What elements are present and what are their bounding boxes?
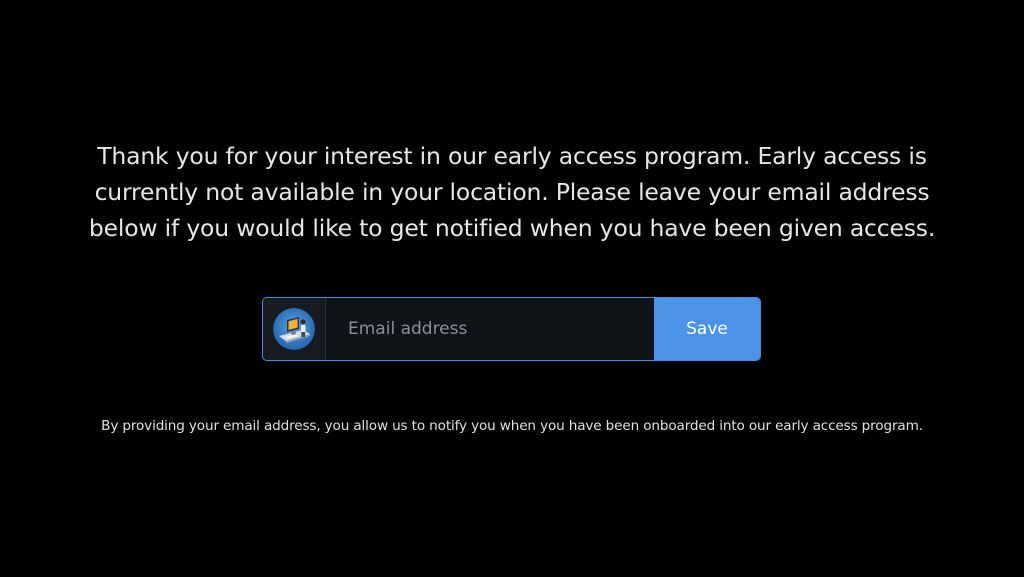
email-signup-form: Save bbox=[262, 297, 761, 361]
save-button[interactable]: Save bbox=[654, 298, 760, 360]
message-line-1: Thank you for your interest in our early… bbox=[97, 142, 927, 170]
email-disclaimer: By providing your email address, you all… bbox=[101, 418, 923, 434]
computer-user-avatar-icon bbox=[273, 308, 315, 350]
message-line-3: below if you would like to get notified … bbox=[88, 214, 936, 242]
avatar-container bbox=[263, 298, 326, 360]
message-line-2: currently not available in your location… bbox=[94, 178, 930, 206]
access-unavailable-message: Thank you for your interest in our early… bbox=[0, 138, 1024, 246]
email-input[interactable] bbox=[326, 298, 654, 360]
